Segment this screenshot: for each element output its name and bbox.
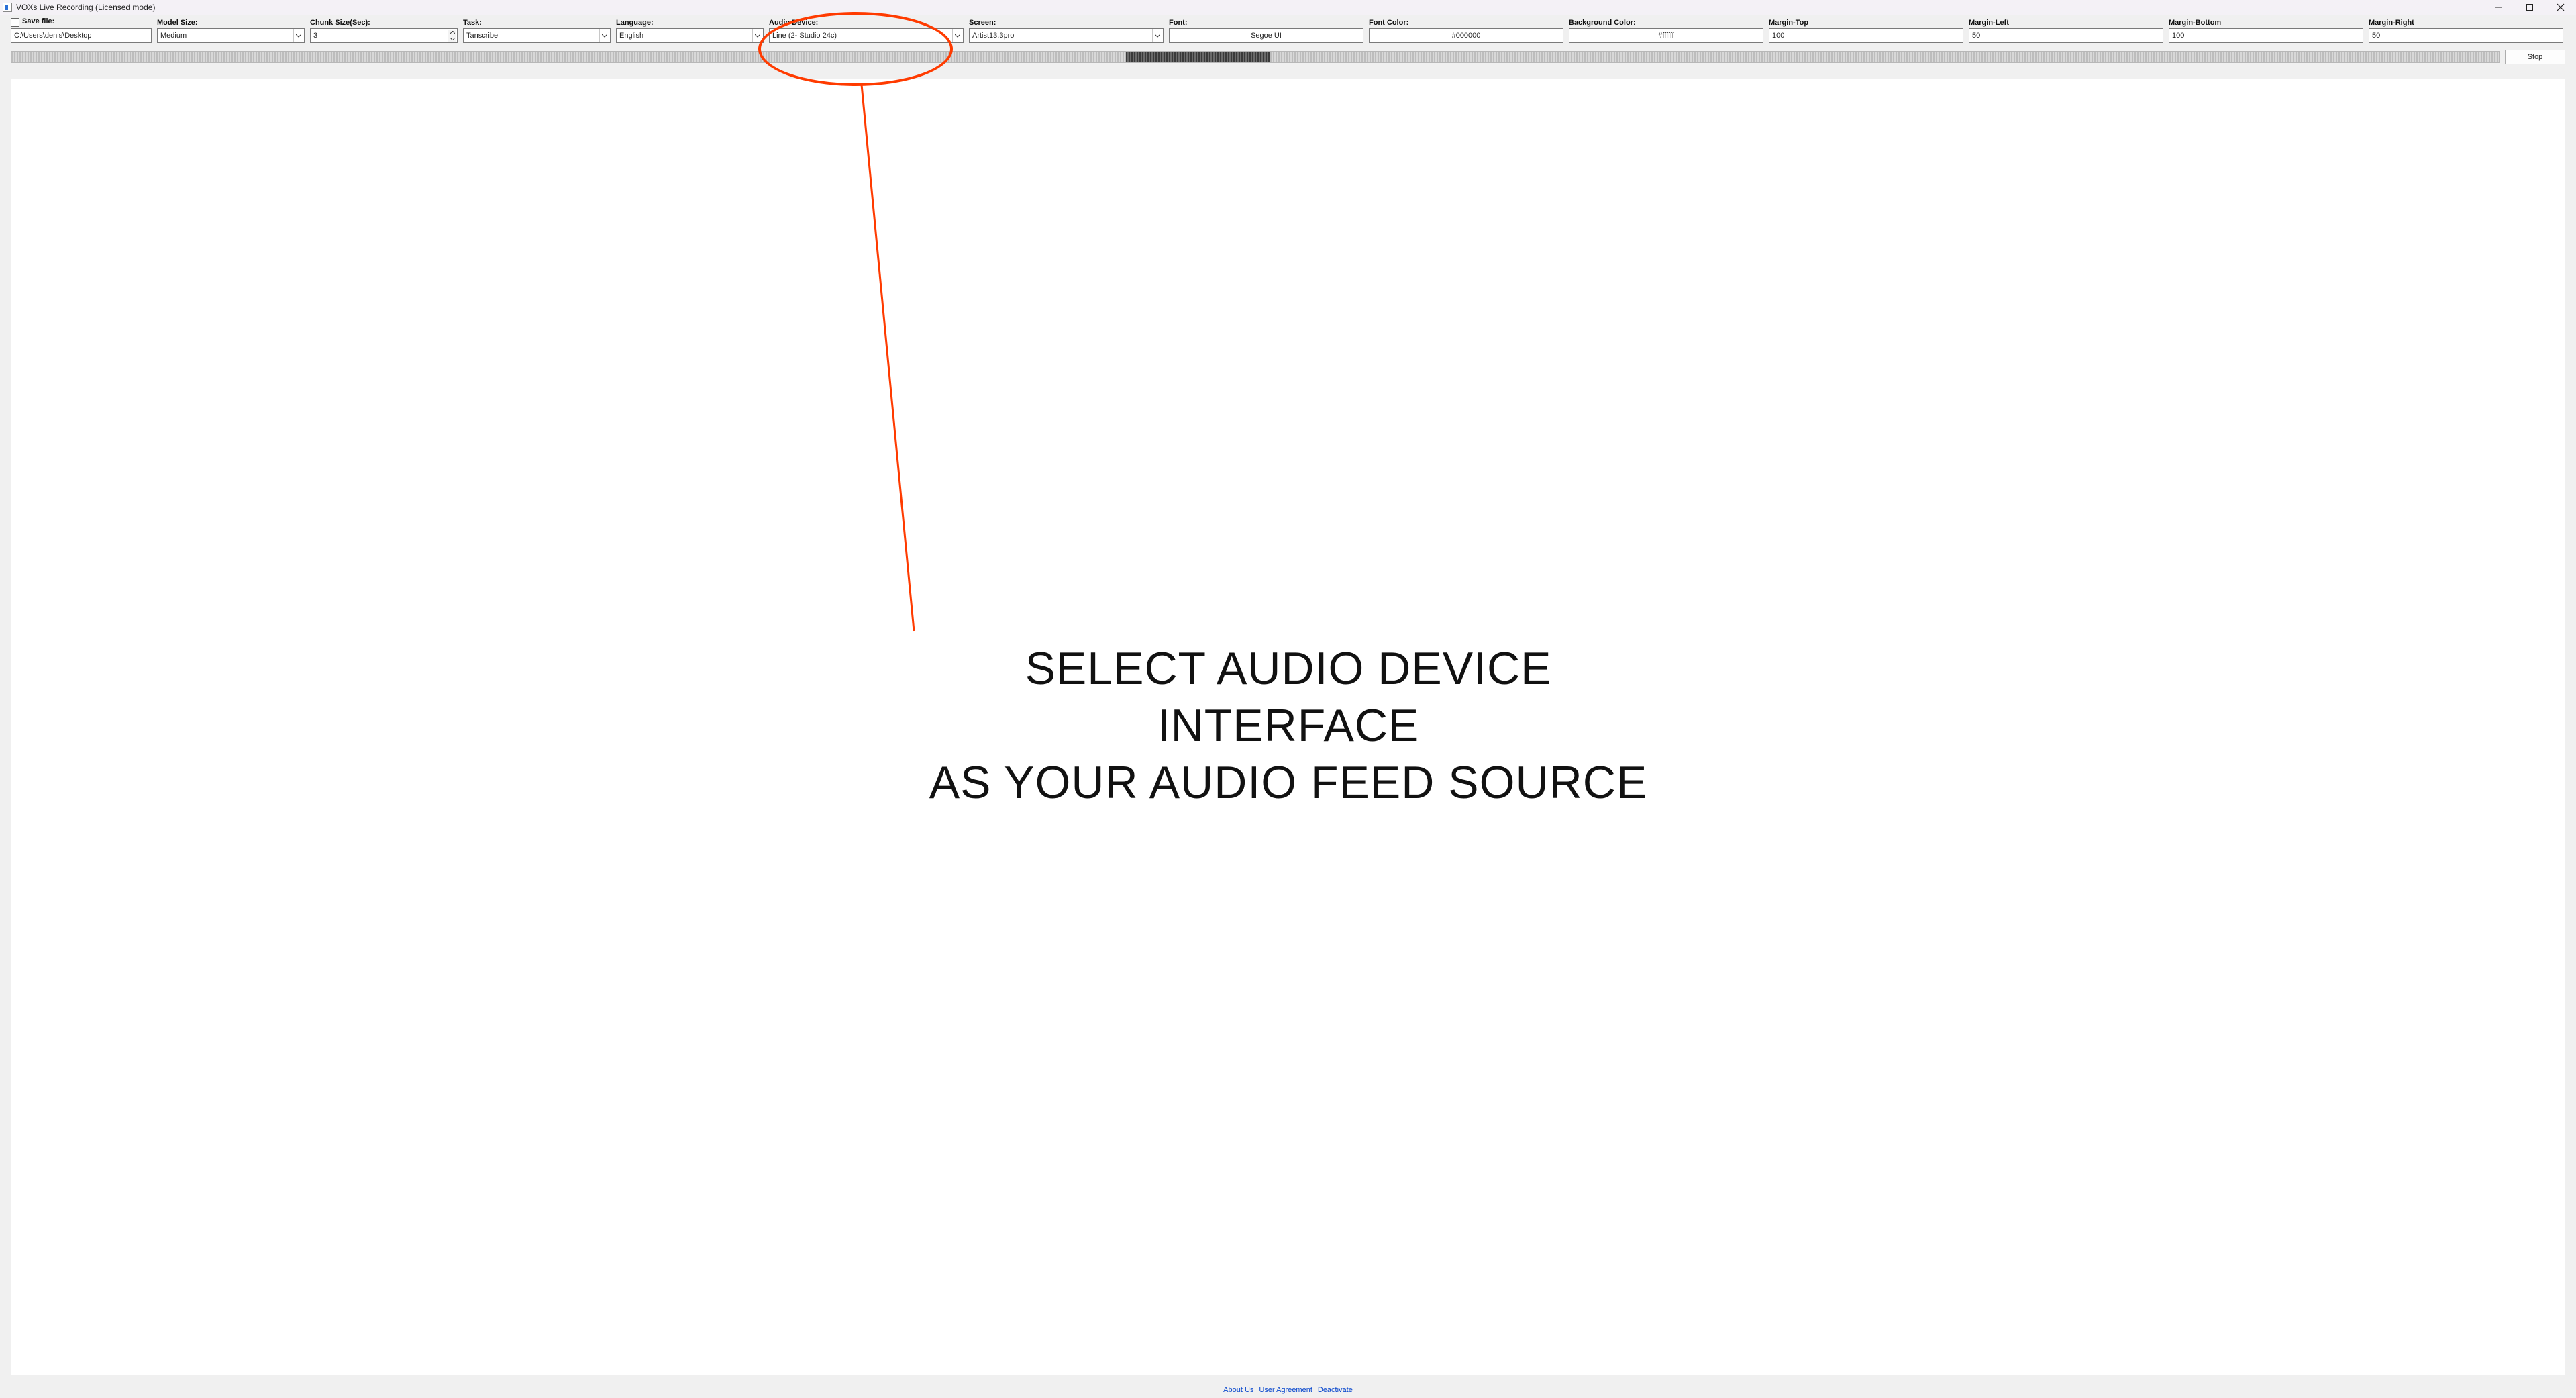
font-color-label: Font Color: [1369,19,1563,27]
stop-button-label: Stop [2528,53,2543,61]
font-input[interactable]: Segoe UI [1169,28,1363,43]
margin-right-input[interactable]: 50 [2369,28,2563,43]
task-value: Tanscribe [466,32,498,40]
user-agreement-link[interactable]: User Agreement [1259,1386,1312,1394]
chevron-down-icon [293,29,303,42]
font-label: Font: [1169,19,1363,27]
font-color-value: #000000 [1452,32,1481,40]
font-field: Font: Segoe UI [1169,19,1363,43]
audio-device-label: Audio Device: [769,19,964,27]
bg-color-input[interactable]: #ffffff [1569,28,1763,43]
annotation-text: SELECT AUDIO DEVICE INTERFACE AS YOUR AU… [899,640,1678,811]
save-file-field: Save file: C:\Users\denis\Desktop [11,17,152,43]
margin-top-label: Margin-Top [1769,19,1963,27]
audio-device-field: Audio Device: Line (2- Studio 24c) [769,19,964,43]
margin-left-value: 50 [1972,32,1980,40]
margin-left-input[interactable]: 50 [1969,28,2163,43]
stop-button[interactable]: Stop [2505,50,2565,64]
spin-buttons[interactable] [448,30,456,42]
model-size-field: Model Size: Medium [157,19,305,43]
font-color-input[interactable]: #000000 [1369,28,1563,43]
margin-bottom-field: Margin-Bottom 100 [2169,19,2363,43]
audio-device-combo[interactable]: Line (2- Studio 24c) [769,28,964,43]
close-button[interactable] [2545,0,2576,15]
task-combo[interactable]: Tanscribe [463,28,611,43]
margin-top-value: 100 [1772,32,1784,40]
annotation-line1: SELECT AUDIO DEVICE INTERFACE [899,640,1678,754]
save-file-label: Save file: [22,17,54,26]
spin-down-icon[interactable] [448,36,456,42]
margin-right-label: Margin-Right [2369,19,2563,27]
screen-value: Artist13.3pro [972,32,1014,40]
bg-color-field: Background Color: #ffffff [1569,19,1763,43]
screen-label: Screen: [969,19,1164,27]
language-value: English [619,32,643,40]
window-title: VOXs Live Recording (Licensed mode) [16,3,155,12]
language-field: Language: English [616,19,764,43]
audio-level-bar [11,51,2500,63]
margin-bottom-input[interactable]: 100 [2169,28,2363,43]
about-us-link[interactable]: About Us [1223,1386,1253,1394]
font-color-field: Font Color: #000000 [1369,19,1563,43]
annotation-line2: AS YOUR AUDIO FEED SOURCE [899,754,1678,811]
model-size-label: Model Size: [157,19,305,27]
titlebar: VOXs Live Recording (Licensed mode) [0,0,2576,15]
margin-top-input[interactable]: 100 [1769,28,1963,43]
progress-row: Stop [0,47,2576,68]
toolbar: Save file: C:\Users\denis\Desktop Model … [0,15,2576,47]
task-label: Task: [463,19,611,27]
chevron-down-icon [599,29,609,42]
maximize-button[interactable] [2514,0,2545,15]
window-controls [2483,0,2576,15]
margin-right-value: 50 [2372,32,2380,40]
margin-right-field: Margin-Right 50 [2369,19,2563,43]
deactivate-link[interactable]: Deactivate [1318,1386,1353,1394]
chunk-size-value: 3 [313,32,317,40]
save-file-input[interactable]: C:\Users\denis\Desktop [11,28,152,43]
margin-left-field: Margin-Left 50 [1969,19,2163,43]
minimize-button[interactable] [2483,0,2514,15]
margin-top-field: Margin-Top 100 [1769,19,1963,43]
margin-bottom-value: 100 [2172,32,2184,40]
screen-field: Screen: Artist13.3pro [969,19,1164,43]
font-value: Segoe UI [1251,32,1282,40]
task-field: Task: Tanscribe [463,19,611,43]
save-file-value: C:\Users\denis\Desktop [14,32,92,40]
screen-combo[interactable]: Artist13.3pro [969,28,1164,43]
model-size-value: Medium [160,32,187,40]
footer: About Us User Agreement Deactivate [0,1382,2576,1398]
chevron-down-icon [1152,29,1162,42]
chevron-down-icon [752,29,762,42]
save-file-checkbox[interactable] [11,18,19,27]
margin-bottom-label: Margin-Bottom [2169,19,2363,27]
language-combo[interactable]: English [616,28,764,43]
bg-color-label: Background Color: [1569,19,1763,27]
language-label: Language: [616,19,764,27]
margin-left-label: Margin-Left [1969,19,2163,27]
chunk-size-label: Chunk Size(Sec): [310,19,458,27]
app-icon [3,3,12,12]
chunk-size-spin[interactable]: 3 [310,28,458,43]
chevron-down-icon [952,29,962,42]
audio-device-value: Line (2- Studio 24c) [772,32,837,40]
bg-color-value: #ffffff [1658,32,1673,40]
spin-up-icon[interactable] [448,30,456,36]
chunk-size-field: Chunk Size(Sec): 3 [310,19,458,43]
audio-level-fill [1126,52,1270,62]
model-size-combo[interactable]: Medium [157,28,305,43]
